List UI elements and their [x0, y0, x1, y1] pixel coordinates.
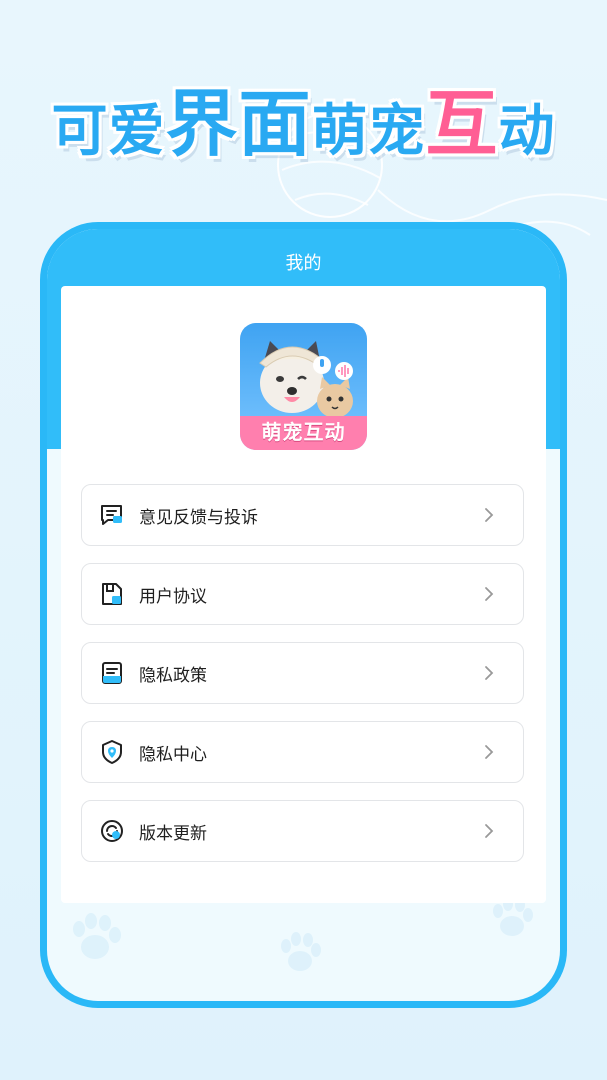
paw-icon — [73, 913, 121, 959]
menu-item-label: 隐私中心 — [139, 744, 207, 765]
menu-item-version-update[interactable]: 版本更新 — [81, 800, 524, 862]
app-logo: 萌宠互动 — [240, 323, 367, 450]
feedback-icon — [99, 502, 125, 528]
headline-part-4: 互 — [425, 82, 499, 166]
headline-part-1: 可爱 — [51, 99, 166, 164]
promo-headline: 可爱 界面 萌宠 互 动 — [0, 88, 607, 160]
privacy-policy-icon — [99, 660, 125, 686]
chevron-right-icon — [485, 824, 494, 838]
menu-item-label: 版本更新 — [139, 823, 207, 844]
menu-item-privacy-policy[interactable]: 隐私政策 — [81, 642, 524, 704]
menu-item-label: 隐私政策 — [139, 665, 207, 686]
chevron-right-icon — [485, 745, 494, 759]
chevron-right-icon — [485, 508, 494, 522]
menu-item-user-agreement[interactable]: 用户协议 — [81, 563, 524, 625]
menu-item-label: 意见反馈与投诉 — [139, 507, 258, 528]
menu-item-label: 用户协议 — [139, 586, 207, 607]
shield-location-icon — [99, 739, 125, 765]
chevron-right-icon — [485, 666, 494, 680]
headline-part-2: 界面 — [165, 82, 312, 166]
headline-part-3: 萌宠 — [311, 99, 426, 164]
menu-item-privacy-center[interactable]: 隐私中心 — [81, 721, 524, 783]
agreement-icon — [99, 581, 125, 607]
logo-text: 萌宠互动 — [240, 416, 367, 450]
profile-card: 萌宠互动 意见反馈与投诉 用户协议 隐私政策 隐私中心 版本更新 — [61, 286, 546, 903]
chevron-right-icon — [485, 587, 494, 601]
pets-illustration-icon — [259, 341, 353, 418]
update-icon — [99, 818, 125, 844]
menu-item-feedback[interactable]: 意见反馈与投诉 — [81, 484, 524, 546]
phone-frame: 我的 萌宠互动 意见反馈与投诉 用户协议 隐私政策 隐私中心 版本更新 — [40, 222, 567, 1008]
page-title: 我的 — [285, 253, 322, 274]
headline-part-5: 动 — [498, 99, 556, 164]
paw-icon — [281, 932, 321, 971]
